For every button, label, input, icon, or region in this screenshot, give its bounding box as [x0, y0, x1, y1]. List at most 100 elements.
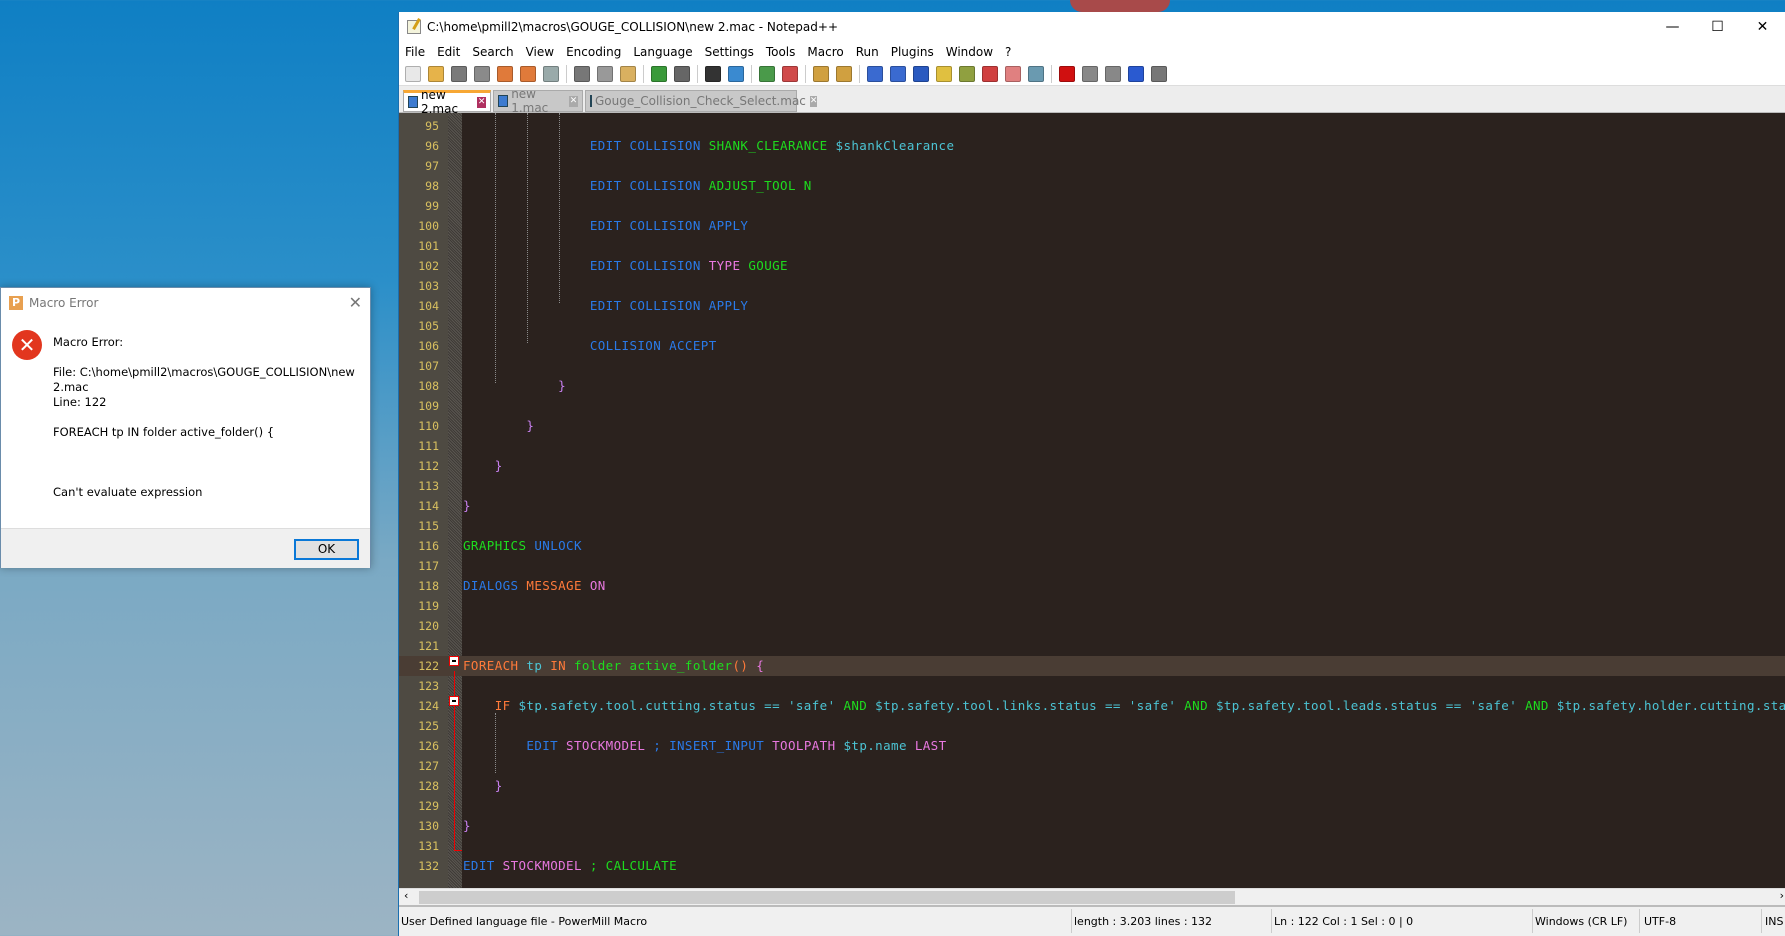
scroll-right-icon[interactable]: › [1780, 889, 1784, 902]
code-line[interactable]: 103 [399, 276, 1785, 296]
code-line[interactable]: 128 } [399, 776, 1785, 796]
code-line[interactable]: 114} [399, 496, 1785, 516]
code-line[interactable]: 95 [399, 116, 1785, 136]
run-macro-multiple-icon[interactable] [1128, 65, 1144, 82]
dialog-close-button[interactable]: ✕ [349, 293, 362, 312]
code-line[interactable]: 129 [399, 796, 1785, 816]
tab-new-1[interactable]: new 1.mac ✕ [493, 87, 583, 115]
code-line[interactable]: 113 [399, 476, 1785, 496]
zoom-in-icon[interactable] [759, 65, 775, 82]
show-all-chars-icon[interactable] [890, 65, 906, 82]
code-line[interactable]: 124 IF $tp.safety.tool.cutting.status ==… [399, 696, 1785, 716]
new-file-icon[interactable] [405, 65, 421, 82]
code-line[interactable]: 130} [399, 816, 1785, 836]
save-all-icon[interactable] [474, 65, 490, 82]
menu-search[interactable]: Search [472, 45, 513, 59]
word-wrap-icon[interactable] [867, 65, 883, 82]
close-window-button[interactable]: ✕ [1740, 12, 1785, 41]
redo-icon[interactable] [674, 65, 690, 82]
code-line[interactable]: 101 [399, 236, 1785, 256]
menu-plugins[interactable]: Plugins [891, 45, 934, 59]
open-file-icon[interactable] [428, 65, 444, 82]
close-tab-icon[interactable]: ✕ [809, 95, 818, 107]
menu-language[interactable]: Language [633, 45, 692, 59]
code-line[interactable]: 111 [399, 436, 1785, 456]
minimize-button[interactable]: — [1650, 12, 1695, 41]
code-line[interactable]: 131 [399, 836, 1785, 856]
menu-macro[interactable]: Macro [807, 45, 843, 59]
scroll-left-icon[interactable]: ‹ [404, 889, 408, 902]
menu-view[interactable]: View [526, 45, 554, 59]
code-line[interactable]: 98 EDIT COLLISION ADJUST_TOOL N [399, 176, 1785, 196]
replace-icon[interactable] [728, 65, 744, 82]
fold-collapse-icon[interactable] [449, 656, 459, 666]
code-line[interactable]: 100 EDIT COLLISION APPLY [399, 216, 1785, 236]
code-line[interactable]: 107 [399, 356, 1785, 376]
code-line[interactable]: 110 } [399, 416, 1785, 436]
sync-horizontal-icon[interactable] [836, 65, 852, 82]
code-line[interactable]: 115 [399, 516, 1785, 536]
menu-[interactable]: ? [1005, 45, 1011, 59]
doc-map-icon[interactable] [936, 65, 952, 82]
maximize-button[interactable]: ☐ [1695, 12, 1740, 41]
code-line[interactable]: 121 [399, 636, 1785, 656]
find-icon[interactable] [705, 65, 721, 82]
zoom-out-icon[interactable] [782, 65, 798, 82]
close-icon[interactable] [497, 65, 513, 82]
ok-button[interactable]: OK [294, 539, 359, 560]
code-line[interactable]: 116 GRAPHICS UNLOCK [399, 536, 1785, 556]
tab-gouge-collision-check-select[interactable]: Gouge_Collision_Check_Select.mac ✕ [585, 90, 818, 112]
stop-record-icon[interactable] [1082, 65, 1098, 82]
menu-tools[interactable]: Tools [766, 45, 796, 59]
monitoring-icon[interactable] [1005, 65, 1021, 82]
print-icon[interactable] [543, 65, 559, 82]
horizontal-scrollbar[interactable]: ‹ › [399, 888, 1785, 905]
folder-workspace-icon[interactable] [982, 65, 998, 82]
code-line[interactable]: 109 [399, 396, 1785, 416]
code-line[interactable]: 118 DIALOGS MESSAGE ON [399, 576, 1785, 596]
code-line[interactable]: 127 [399, 756, 1785, 776]
code-line[interactable]: 132 EDIT STOCKMODEL ; CALCULATE [399, 856, 1785, 876]
indent-guide-icon[interactable] [913, 65, 929, 82]
scrollbar-thumb[interactable] [419, 891, 1235, 904]
sync-vertical-icon[interactable] [813, 65, 829, 82]
cut-icon[interactable] [574, 65, 590, 82]
menu-window[interactable]: Window [946, 45, 993, 59]
code-line[interactable]: 106 COLLISION ACCEPT [399, 336, 1785, 356]
menu-run[interactable]: Run [856, 45, 879, 59]
tab-new-2[interactable]: new 2.mac ✕ [403, 88, 491, 116]
code-line[interactable]: 97 [399, 156, 1785, 176]
code-line[interactable]: 102 EDIT COLLISION TYPE GOUGE [399, 256, 1785, 276]
close-tab-icon[interactable]: ✕ [569, 95, 578, 107]
play-macro-icon[interactable] [1105, 65, 1121, 82]
undo-icon[interactable] [651, 65, 667, 82]
menu-edit[interactable]: Edit [437, 45, 460, 59]
code-line[interactable]: 123 [399, 676, 1785, 696]
close-tab-icon[interactable]: ✕ [477, 96, 486, 108]
code-line[interactable]: 104 EDIT COLLISION APPLY [399, 296, 1785, 316]
fold-collapse-icon[interactable] [449, 696, 459, 706]
code-line[interactable]: 96 EDIT COLLISION SHANK_CLEARANCE $shank… [399, 136, 1785, 156]
current-code-line[interactable]: 122 FOREACH tp IN folder active_folder() … [399, 656, 1785, 676]
menu-file[interactable]: File [405, 45, 425, 59]
record-macro-icon[interactable] [1059, 65, 1075, 82]
code-line[interactable]: 112 } [399, 456, 1785, 476]
code-line[interactable]: 126 EDIT STOCKMODEL ; INSERT_INPUT TOOLP… [399, 736, 1785, 756]
code-line[interactable]: 99 [399, 196, 1785, 216]
copy-icon[interactable] [597, 65, 613, 82]
menu-settings[interactable]: Settings [705, 45, 754, 59]
save-icon[interactable] [451, 65, 467, 82]
function-list-icon[interactable] [959, 65, 975, 82]
paste-icon[interactable] [620, 65, 636, 82]
code-line[interactable]: 120 [399, 616, 1785, 636]
menu-encoding[interactable]: Encoding [566, 45, 621, 59]
code-line[interactable]: 125 [399, 716, 1785, 736]
code-editor[interactable]: 95 96 EDIT COLLISION SHANK_CLEARANCE $sha… [399, 113, 1785, 888]
code-line[interactable]: 117 [399, 556, 1785, 576]
code-line[interactable]: 119 [399, 596, 1785, 616]
eye-icon[interactable] [1028, 65, 1044, 82]
close-all-icon[interactable] [520, 65, 536, 82]
code-line[interactable]: 105 [399, 316, 1785, 336]
code-line[interactable]: 108 } [399, 376, 1785, 396]
save-macro-icon[interactable] [1151, 65, 1167, 82]
